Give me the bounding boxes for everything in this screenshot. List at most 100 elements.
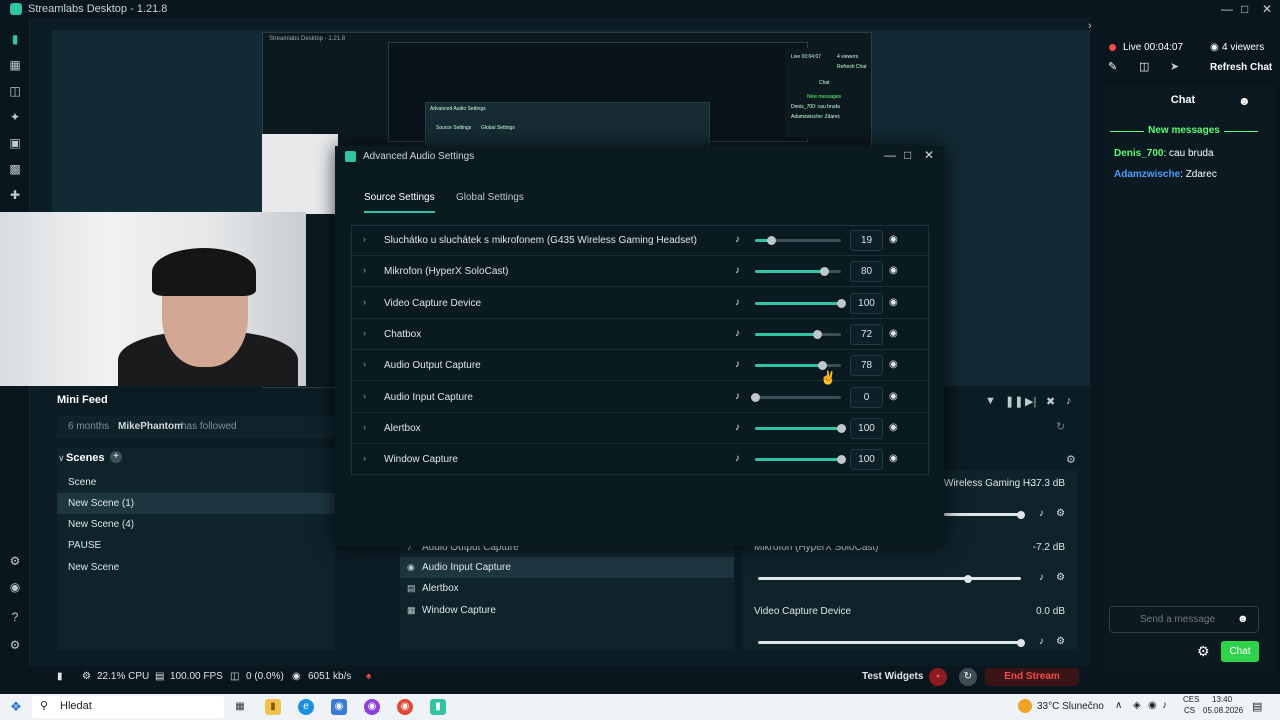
mute-icon[interactable]: ♪ [1039, 508, 1044, 519]
dashboard-icon[interactable]: ▦ [7, 57, 23, 73]
volume-slider-knob[interactable] [767, 236, 777, 245]
expand-chevron-icon[interactable]: › [363, 265, 366, 275]
scene-item[interactable]: New Scene (1) [57, 493, 335, 514]
scene-item[interactable]: New Scene (4) [57, 514, 335, 535]
speaker-icon[interactable]: ♪ [1162, 700, 1167, 711]
clock-time[interactable]: 13:40 [1212, 695, 1232, 704]
tab-source-settings[interactable]: Source Settings [364, 192, 435, 213]
mute-icon[interactable]: ♪ [1039, 636, 1044, 647]
mixer-slider-knob[interactable] [1017, 639, 1025, 647]
keyboard-lang[interactable]: CES [1183, 695, 1199, 704]
visibility-eye-icon[interactable]: ◉ [889, 297, 898, 308]
layout-icon[interactable]: ◫ [7, 83, 23, 99]
share-icon[interactable]: ➤ [1170, 60, 1179, 73]
popout-icon[interactable]: ◫ [1139, 60, 1149, 73]
chat-send-button[interactable]: Chat [1221, 641, 1259, 662]
expand-chevron-icon[interactable]: › [363, 234, 366, 244]
tray-app2-icon[interactable]: ◉ [1148, 700, 1157, 711]
notifications-icon[interactable]: ▤ [1252, 700, 1262, 713]
refresh-chat-button[interactable]: Refresh Chat [1210, 62, 1272, 73]
source-settings-icon[interactable]: ⚙ [1056, 636, 1065, 647]
volume-value-input[interactable]: 80 [850, 261, 883, 283]
volume-slider-knob[interactable] [818, 361, 828, 371]
speaker-icon[interactable]: ♪ [735, 453, 740, 464]
scene-item[interactable]: Scene [57, 472, 335, 493]
volume-slider[interactable] [755, 267, 841, 277]
minimize-icon[interactable]: — [1221, 2, 1233, 16]
visibility-eye-icon[interactable]: ◉ [889, 234, 898, 245]
audio-source-row[interactable]: › Audio Output Capture ♪ 78 ◉ [352, 350, 928, 382]
volume-value-input[interactable]: 19 [850, 230, 883, 251]
source-item[interactable]: ◉ Audio Input Capture [400, 557, 734, 578]
volume-value-input[interactable]: 0 [850, 386, 883, 408]
modal-maximize-icon[interactable]: □ [904, 148, 911, 162]
refresh-icon[interactable]: ↻ [1056, 420, 1065, 433]
modal-close-icon[interactable]: ✕ [924, 148, 934, 162]
emoji-icon[interactable]: ☻ [1237, 613, 1249, 625]
user-list-icon[interactable]: ☻ [1238, 94, 1251, 108]
visibility-eye-icon[interactable]: ◉ [889, 328, 898, 339]
visibility-eye-icon[interactable]: ◉ [889, 265, 898, 276]
chat-username[interactable]: Denis_700 [1114, 148, 1163, 159]
expand-chevron-icon[interactable]: › [363, 422, 366, 432]
volume-value-input[interactable]: 100 [850, 449, 883, 471]
store-icon[interactable]: ▣ [7, 135, 23, 151]
volume-slider-knob[interactable] [837, 298, 846, 308]
source-settings-icon[interactable]: ⚙ [1056, 572, 1065, 583]
visibility-eye-icon[interactable]: ◉ [889, 453, 898, 464]
settings-alt-icon[interactable]: ◉ [7, 579, 23, 595]
source-item[interactable]: ▦ Window Capture [400, 600, 734, 621]
end-stream-button[interactable]: End Stream [985, 668, 1079, 686]
task-view-icon[interactable]: ▦ [232, 699, 248, 715]
audio-source-row[interactable]: › Chatbox ♪ 72 ◉ [352, 319, 928, 350]
scene-item[interactable]: New Scene [57, 557, 335, 578]
app-icon[interactable]: ◉ [364, 699, 380, 715]
scene-item[interactable]: PAUSE [57, 535, 335, 556]
volume-slider[interactable] [751, 392, 841, 402]
record-button[interactable]: ● [929, 668, 947, 686]
visibility-eye-icon[interactable]: ◉ [889, 422, 898, 433]
expand-chevron-icon[interactable]: › [363, 453, 366, 463]
skip-icon[interactable]: ▶| [1025, 395, 1036, 408]
help-icon[interactable]: ? [7, 609, 23, 625]
volume-value-input[interactable]: 72 [850, 323, 883, 345]
volume-slider-knob[interactable] [812, 329, 822, 339]
tools-icon[interactable]: ✦ [7, 109, 23, 125]
audio-source-row[interactable]: › Alertbox ♪ 100 ◉ [352, 413, 928, 444]
store-app-icon[interactable]: ◉ [331, 699, 347, 715]
mixer-slider-knob[interactable] [1017, 511, 1025, 519]
maximize-icon[interactable]: □ [1241, 2, 1248, 16]
volume-slider[interactable] [755, 329, 841, 339]
source-settings-icon[interactable]: ⚙ [1056, 508, 1065, 519]
volume-value-input[interactable]: 100 [850, 417, 883, 439]
expand-chevron-icon[interactable]: › [363, 359, 366, 369]
speaker-icon[interactable]: ♪ [735, 265, 740, 276]
modal-minimize-icon[interactable]: — [884, 148, 896, 162]
audio-source-row[interactable]: › Video Capture Device ♪ 100 ◉ [352, 288, 928, 319]
stats-icon[interactable]: ▮ [57, 671, 63, 682]
speaker-icon[interactable]: ♪ [735, 234, 740, 245]
visibility-eye-icon[interactable]: ◉ [889, 359, 898, 370]
volume-slider-knob[interactable] [819, 267, 829, 277]
mute-alerts-icon[interactable]: ✖ [1046, 395, 1055, 408]
volume-slider[interactable] [755, 361, 841, 371]
editor-icon[interactable]: ▮ [7, 31, 23, 47]
mute-icon[interactable]: ♪ [1039, 572, 1044, 583]
pause-icon[interactable]: ❚❚ [1005, 395, 1023, 408]
speaker-icon[interactable]: ♪ [735, 359, 740, 370]
notification-icon[interactable]: ♠ [366, 671, 371, 682]
volume-value-input[interactable]: 100 [850, 292, 883, 314]
mixer-volume-slider[interactable] [944, 513, 1021, 516]
mixer-volume-slider[interactable] [758, 577, 1021, 580]
tray-app-icon[interactable]: ◈ [1133, 700, 1141, 711]
volume-slider[interactable] [755, 423, 846, 433]
volume-slider[interactable] [755, 236, 841, 245]
audio-source-row[interactable]: › Audio Input Capture ♪ 0 ◉ [352, 382, 928, 413]
collapse-chevron-icon[interactable]: ∨ [58, 453, 65, 464]
taskbar-search[interactable]: ⚲ Hledat [32, 696, 224, 718]
expand-chevron-icon[interactable]: › [363, 391, 366, 401]
audio-source-row[interactable]: › Window Capture ♪ 100 ◉ [352, 444, 928, 476]
chat-username[interactable]: Adamzwische [1114, 169, 1180, 180]
volume-slider[interactable] [755, 298, 846, 308]
themes-icon[interactable]: ▩ [7, 161, 23, 177]
